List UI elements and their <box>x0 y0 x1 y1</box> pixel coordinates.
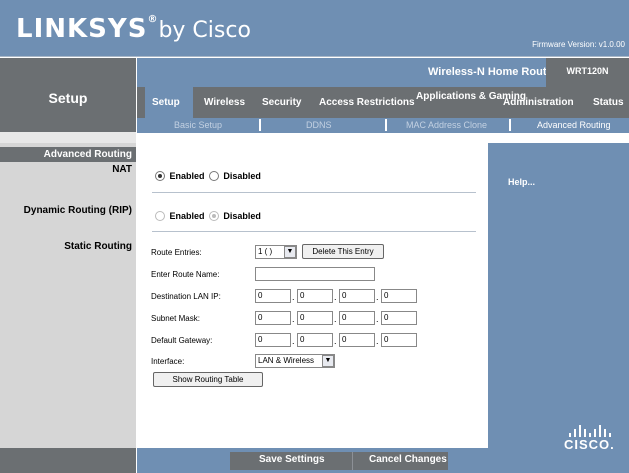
cisco-logo: CISCO. <box>564 437 615 452</box>
firmware-version: Firmware Version: v1.0.00 <box>532 40 625 49</box>
dot-separator: . <box>376 292 379 302</box>
subtab-separator <box>509 119 511 131</box>
dest-ip-octet-3[interactable]: 0 <box>339 289 375 303</box>
left-labels-panel <box>0 143 136 448</box>
dot-separator: . <box>334 314 337 324</box>
subnet-octet-1[interactable]: 0 <box>255 311 291 325</box>
advanced-routing-heading: Advanced Routing <box>0 147 136 162</box>
nat-disabled-label: Disabled <box>223 170 261 181</box>
tab-wireless[interactable]: Wireless <box>204 97 245 108</box>
dot-separator: . <box>334 292 337 302</box>
subtab-separator <box>259 119 261 131</box>
route-entries-value: 1 ( ) <box>258 247 273 256</box>
delete-entry-button[interactable]: Delete This Entry <box>302 244 384 259</box>
subnet-octet-2[interactable]: 0 <box>297 311 333 325</box>
nat-disabled-radio[interactable] <box>208 170 219 181</box>
interface-label: Interface: <box>151 357 185 366</box>
rip-options: Enabled Disabled <box>155 207 261 225</box>
rip-enabled-radio[interactable] <box>155 210 165 221</box>
route-name-label: Enter Route Name: <box>151 270 220 279</box>
rip-enabled-label: Enabled <box>169 210 205 221</box>
rip-disabled-label: Disabled <box>223 210 261 221</box>
tab-status[interactable]: Status <box>593 97 624 108</box>
gateway-octet-3[interactable]: 0 <box>339 333 375 347</box>
subtab-mac-address-clone[interactable]: MAC Address Clone <box>406 120 487 130</box>
section-title: Setup <box>48 90 88 106</box>
gateway-octet-4[interactable]: 0 <box>381 333 417 347</box>
rip-disabled-radio[interactable] <box>208 210 219 221</box>
product-name: Wireless-N Home Router <box>428 66 557 78</box>
model-number: WRT120N <box>566 66 609 76</box>
router-admin-page: LINKSYS®by Cisco Firmware Version: v1.0.… <box>0 0 629 473</box>
subtab-ddns[interactable]: DDNS <box>306 120 332 130</box>
static-routing-label: Static Routing <box>64 241 132 252</box>
subtab-basic-setup[interactable]: Basic Setup <box>174 120 222 130</box>
dot-separator: . <box>292 336 295 346</box>
gateway-octet-1[interactable]: 0 <box>255 333 291 347</box>
nat-options: Enabled Disabled <box>155 167 261 185</box>
dest-ip-octet-1[interactable]: 0 <box>255 289 291 303</box>
tab-security[interactable]: Security <box>262 97 301 108</box>
cancel-changes-button[interactable]: Cancel Changes <box>369 454 447 465</box>
left-divider-strip <box>0 132 136 143</box>
subtab-separator <box>385 119 387 131</box>
cisco-bridge-icon <box>569 425 611 437</box>
show-routing-table-button[interactable]: Show Routing Table <box>153 372 263 387</box>
divider <box>152 231 476 232</box>
gateway-label: Default Gateway: <box>151 336 213 345</box>
tab-administration[interactable]: Administration <box>503 97 574 108</box>
dynamic-routing-label: Dynamic Routing (RIP) <box>23 205 132 216</box>
tab-access-restrictions[interactable]: Access Restrictions <box>319 97 415 108</box>
dot-separator: . <box>292 292 295 302</box>
button-separator <box>352 452 353 470</box>
help-panel <box>488 143 629 448</box>
left-footer <box>0 448 136 473</box>
subnet-mask-label: Subnet Mask: <box>151 314 200 323</box>
tab-applications-gaming[interactable]: Applications & Gaming <box>416 91 526 102</box>
dest-ip-octet-2[interactable]: 0 <box>297 289 333 303</box>
route-entries-label: Route Entries: <box>151 248 202 257</box>
nat-enabled-radio[interactable] <box>155 170 165 181</box>
help-link[interactable]: Help... <box>508 177 535 187</box>
chevron-down-icon[interactable]: ▼ <box>284 246 296 258</box>
linksys-logo: LINKSYS®by Cisco <box>16 14 251 44</box>
subtab-advanced-routing[interactable]: Advanced Routing <box>537 120 611 130</box>
dest-lan-ip-label: Destination LAN IP: <box>151 292 221 301</box>
divider <box>152 192 476 193</box>
dot-separator: . <box>334 336 337 346</box>
dot-separator: . <box>376 314 379 324</box>
chevron-down-icon[interactable]: ▼ <box>322 355 334 367</box>
nat-enabled-label: Enabled <box>169 170 205 181</box>
gateway-octet-2[interactable]: 0 <box>297 333 333 347</box>
interface-value: LAN & Wireless <box>258 356 315 365</box>
route-name-input[interactable] <box>255 267 375 281</box>
tab-setup[interactable]: Setup <box>152 97 180 108</box>
subnet-octet-4[interactable]: 0 <box>381 311 417 325</box>
subnet-octet-3[interactable]: 0 <box>339 311 375 325</box>
dot-separator: . <box>292 314 295 324</box>
dot-separator: . <box>376 336 379 346</box>
dest-ip-octet-4[interactable]: 0 <box>381 289 417 303</box>
nat-label: NAT <box>112 164 132 175</box>
save-settings-button[interactable]: Save Settings <box>259 454 325 465</box>
